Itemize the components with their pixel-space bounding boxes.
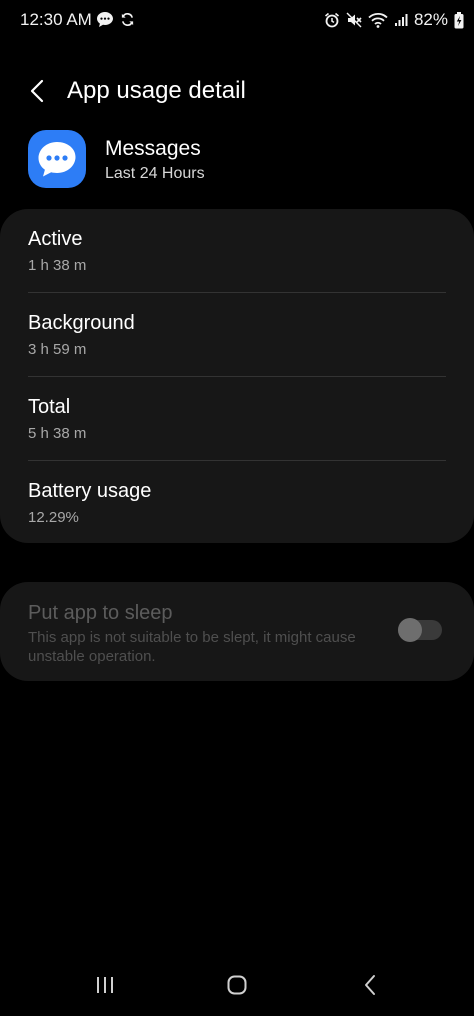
alarm-icon xyxy=(324,12,340,28)
back-icon xyxy=(363,974,377,1001)
status-bar: 12:30 AM 82% xyxy=(0,0,474,42)
put-app-to-sleep-card: Put app to sleep This app is not suitabl… xyxy=(0,582,474,681)
sleep-setting-title: Put app to sleep xyxy=(28,602,173,624)
status-system-icons: 82% xyxy=(324,10,464,30)
stat-row-active: Active 1 h 38 m xyxy=(28,209,446,293)
messages-app-icon xyxy=(28,130,86,188)
stat-row-total: Total 5 h 38 m xyxy=(28,377,446,461)
wifi-icon xyxy=(368,12,388,28)
home-icon xyxy=(226,974,248,1001)
stat-value: 1 h 38 m xyxy=(28,257,87,274)
status-time: 12:30 AM xyxy=(20,10,92,29)
stat-label: Background xyxy=(28,312,135,334)
recents-icon xyxy=(94,975,116,1000)
battery-charging-icon xyxy=(454,11,464,29)
stat-row-background: Background 3 h 59 m xyxy=(28,293,446,377)
stat-label: Battery usage xyxy=(28,480,152,502)
sleep-setting-description: This app is not suitable to be slept, it… xyxy=(28,629,356,665)
stat-row-battery-usage[interactable]: Battery usage 12.29% xyxy=(28,461,446,545)
stat-value: 5 h 38 m xyxy=(28,425,87,442)
signal-icon xyxy=(394,13,408,27)
chevron-left-icon xyxy=(29,79,45,108)
toggle-knob xyxy=(398,618,422,642)
navigation-bar xyxy=(0,956,474,1016)
app-bar: App usage detail xyxy=(0,70,474,114)
battery-percent: 82% xyxy=(413,10,448,29)
home-button[interactable] xyxy=(222,972,252,1002)
chat-bubble-icon xyxy=(96,11,114,28)
stat-value: 12.29% xyxy=(28,509,79,526)
mute-icon xyxy=(346,12,362,28)
stat-label: Active xyxy=(28,228,83,250)
status-notification-icons xyxy=(96,11,135,28)
stat-label: Total xyxy=(28,396,71,418)
sleep-toggle[interactable] xyxy=(398,618,442,642)
app-info: Messages Last 24 Hours xyxy=(28,128,446,188)
back-button[interactable] xyxy=(22,78,52,108)
page-title: App usage detail xyxy=(67,77,246,104)
stat-value: 3 h 59 m xyxy=(28,341,87,358)
usage-stats-card: Active 1 h 38 m Background 3 h 59 m Tota… xyxy=(0,209,474,543)
recents-button[interactable] xyxy=(90,972,120,1002)
nav-back-button[interactable] xyxy=(355,972,385,1002)
usage-period: Last 24 Hours xyxy=(105,165,205,182)
sync-icon xyxy=(120,12,135,27)
app-name: Messages xyxy=(105,137,201,160)
